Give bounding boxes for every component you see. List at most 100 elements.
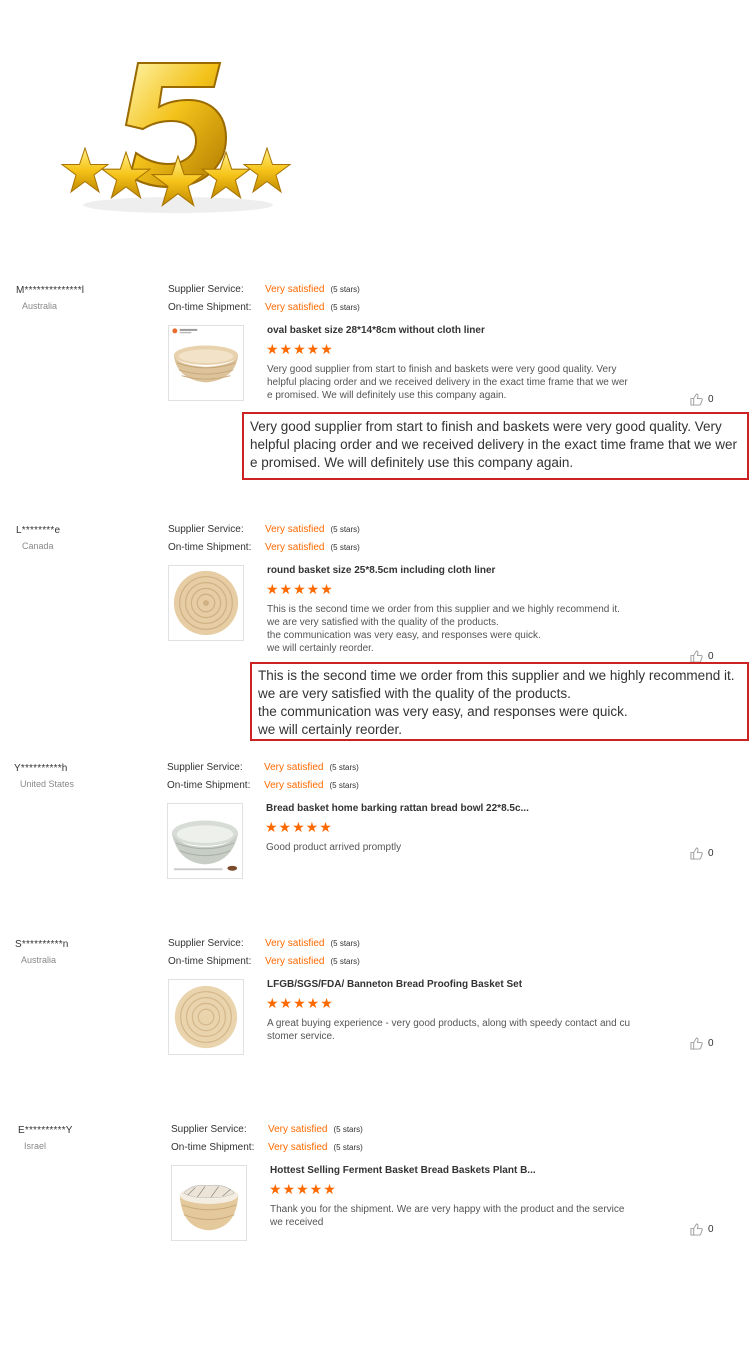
- supplier-rating-value: Very satisfied: [265, 284, 325, 295]
- five-star-logo: [60, 55, 295, 220]
- reviewer-name: Y**********h: [14, 763, 68, 774]
- helpful-count: 0: [708, 651, 714, 662]
- helpful-count: 0: [708, 394, 714, 405]
- shipment-rating-value: Very satisfied: [265, 956, 325, 967]
- quote-line: we will certainly reorder.: [258, 722, 403, 737]
- supplier-service-row: Supplier Service: Very satisfied (5 stars): [168, 937, 360, 951]
- helpful-count: 0: [708, 1224, 714, 1235]
- rating-stars-icon: ★★★★★: [266, 341, 334, 357]
- product-thumbnail[interactable]: [168, 565, 244, 641]
- thumbs-up-icon: [690, 393, 703, 406]
- reviewer-country: Australia: [22, 301, 58, 311]
- review-text-line: e promised. We will definitely use this …: [267, 390, 507, 401]
- rating-stars-icon: ★★★★★: [266, 995, 334, 1011]
- helpful-button[interactable]: 0: [690, 1037, 714, 1050]
- quote-line: Very good supplier from start to finish …: [250, 419, 722, 434]
- thumbs-up-icon: [690, 847, 703, 860]
- review-text-line: Good product arrived promptly: [266, 842, 402, 853]
- quote-line: e promised. We will definitely use this …: [250, 455, 574, 470]
- supplier-rating-value: Very satisfied: [264, 762, 324, 773]
- rating-stars-icon: ★★★★★: [269, 1181, 337, 1197]
- product-title[interactable]: LFGB/SGS/FDA/ Banneton Bread Proofing Ba…: [267, 979, 522, 990]
- review-text: Very good supplier from start to finish …: [267, 363, 652, 402]
- shipment-rating-stars: (5 stars): [329, 781, 359, 790]
- supplier-service-label: Supplier Service:: [171, 1124, 247, 1135]
- review-text-line: A great buying experience - very good pr…: [267, 1018, 631, 1029]
- shipment-rating-stars: (5 stars): [333, 1143, 363, 1152]
- shipment-rating-value: Very satisfied: [265, 302, 325, 313]
- helpful-count: 0: [708, 1038, 714, 1049]
- review-text: A great buying experience - very good pr…: [267, 1017, 652, 1043]
- rating-stars-icon: ★★★★★: [265, 819, 333, 835]
- supplier-service-label: Supplier Service:: [168, 938, 244, 949]
- review-text-line: we received: [270, 1217, 324, 1228]
- quote-line: This is the second time we order from th…: [258, 668, 735, 683]
- review-text-line: helpful placing order and we received de…: [267, 377, 628, 388]
- review-text-line: Very good supplier from start to finish …: [267, 364, 617, 375]
- review-text-line: we will certainly reorder.: [267, 643, 374, 654]
- review-text-line: stomer service.: [267, 1031, 335, 1042]
- product-title[interactable]: round basket size 25*8.5cm including clo…: [267, 565, 495, 576]
- quote-line: helpful placing order and we received de…: [250, 437, 737, 452]
- supplier-rating-stars: (5 stars): [330, 939, 360, 948]
- review-text-line: we are very satisfied with the quality o…: [267, 617, 499, 628]
- review-text: Thank you for the shipment. We are very …: [270, 1203, 655, 1229]
- supplier-rating-value: Very satisfied: [265, 524, 325, 535]
- review-text-line: Thank you for the shipment. We are very …: [270, 1204, 625, 1215]
- quote-line: we are very satisfied with the quality o…: [258, 686, 571, 701]
- helpful-button[interactable]: 0: [690, 847, 714, 860]
- helpful-count: 0: [708, 848, 714, 859]
- supplier-rating-stars: (5 stars): [330, 525, 360, 534]
- review-text: Good product arrived promptly: [266, 841, 651, 854]
- reviewer-name: M**************l: [16, 285, 85, 296]
- quote-line: the communication was very easy, and res…: [258, 704, 628, 719]
- supplier-rating-value: Very satisfied: [268, 1124, 328, 1135]
- highlighted-review-quote: Very good supplier from start to finish …: [242, 412, 749, 480]
- review-card: E**********Y Israel Supplier Service: Ver…: [0, 1123, 750, 1345]
- product-thumbnail[interactable]: [168, 325, 244, 401]
- product-title[interactable]: Bread basket home barking rattan bread b…: [266, 803, 529, 814]
- rating-stars-icon: ★★★★★: [266, 581, 334, 597]
- review-text-line: the communication was very easy, and res…: [267, 630, 541, 641]
- thumbs-up-icon: [690, 1223, 703, 1236]
- helpful-button[interactable]: 0: [690, 393, 714, 406]
- supplier-rating-stars: (5 stars): [329, 763, 359, 772]
- supplier-service-label: Supplier Service:: [168, 524, 244, 535]
- reviewer-name: E**********Y: [18, 1125, 73, 1136]
- shipment-row: On-time Shipment: Very satisfied (5 stars): [168, 541, 360, 555]
- shipment-row: On-time Shipment: Very satisfied (5 stars): [168, 955, 360, 969]
- shipment-rating-value: Very satisfied: [264, 780, 324, 791]
- supplier-rating-stars: (5 stars): [330, 285, 360, 294]
- shipment-rating-stars: (5 stars): [330, 303, 360, 312]
- product-thumbnail[interactable]: [168, 979, 244, 1055]
- product-thumbnail[interactable]: [171, 1165, 247, 1241]
- shipment-label: On-time Shipment:: [168, 302, 252, 313]
- shipment-label: On-time Shipment:: [168, 542, 252, 553]
- product-title[interactable]: oval basket size 28*14*8cm without cloth…: [267, 325, 485, 336]
- shipment-rating-value: Very satisfied: [268, 1142, 328, 1153]
- supplier-service-row: Supplier Service: Very satisfied (5 stars): [171, 1123, 363, 1137]
- reviewer-name: S**********n: [15, 939, 69, 950]
- reviewer-country: Israel: [24, 1141, 47, 1151]
- review-text: This is the second time we order from th…: [267, 603, 652, 655]
- shipment-rating-stars: (5 stars): [330, 543, 360, 552]
- supplier-service-row: Supplier Service: Very satisfied (5 stars): [168, 523, 360, 537]
- thumbs-up-icon: [690, 1037, 703, 1050]
- supplier-service-label: Supplier Service:: [168, 284, 244, 295]
- supplier-service-label: Supplier Service:: [167, 762, 243, 773]
- highlighted-review-quote: This is the second time we order from th…: [250, 662, 749, 741]
- product-thumbnail[interactable]: [167, 803, 243, 879]
- shipment-label: On-time Shipment:: [171, 1142, 255, 1153]
- shipment-row: On-time Shipment: Very satisfied (5 stars): [167, 779, 359, 793]
- reviewer-country: United States: [20, 779, 75, 789]
- product-title[interactable]: Hottest Selling Ferment Basket Bread Bas…: [270, 1165, 536, 1176]
- reviewer-country: Australia: [21, 955, 57, 965]
- shipment-row: On-time Shipment: Very satisfied (5 stars): [168, 301, 360, 315]
- review-text-line: This is the second time we order from th…: [267, 604, 620, 615]
- supplier-service-row: Supplier Service: Very satisfied (5 stars): [168, 283, 360, 297]
- helpful-button[interactable]: 0: [690, 1223, 714, 1236]
- shipment-label: On-time Shipment:: [168, 956, 252, 967]
- shipment-label: On-time Shipment:: [167, 780, 251, 791]
- supplier-rating-stars: (5 stars): [333, 1125, 363, 1134]
- reviewer-name: L********e: [16, 525, 61, 536]
